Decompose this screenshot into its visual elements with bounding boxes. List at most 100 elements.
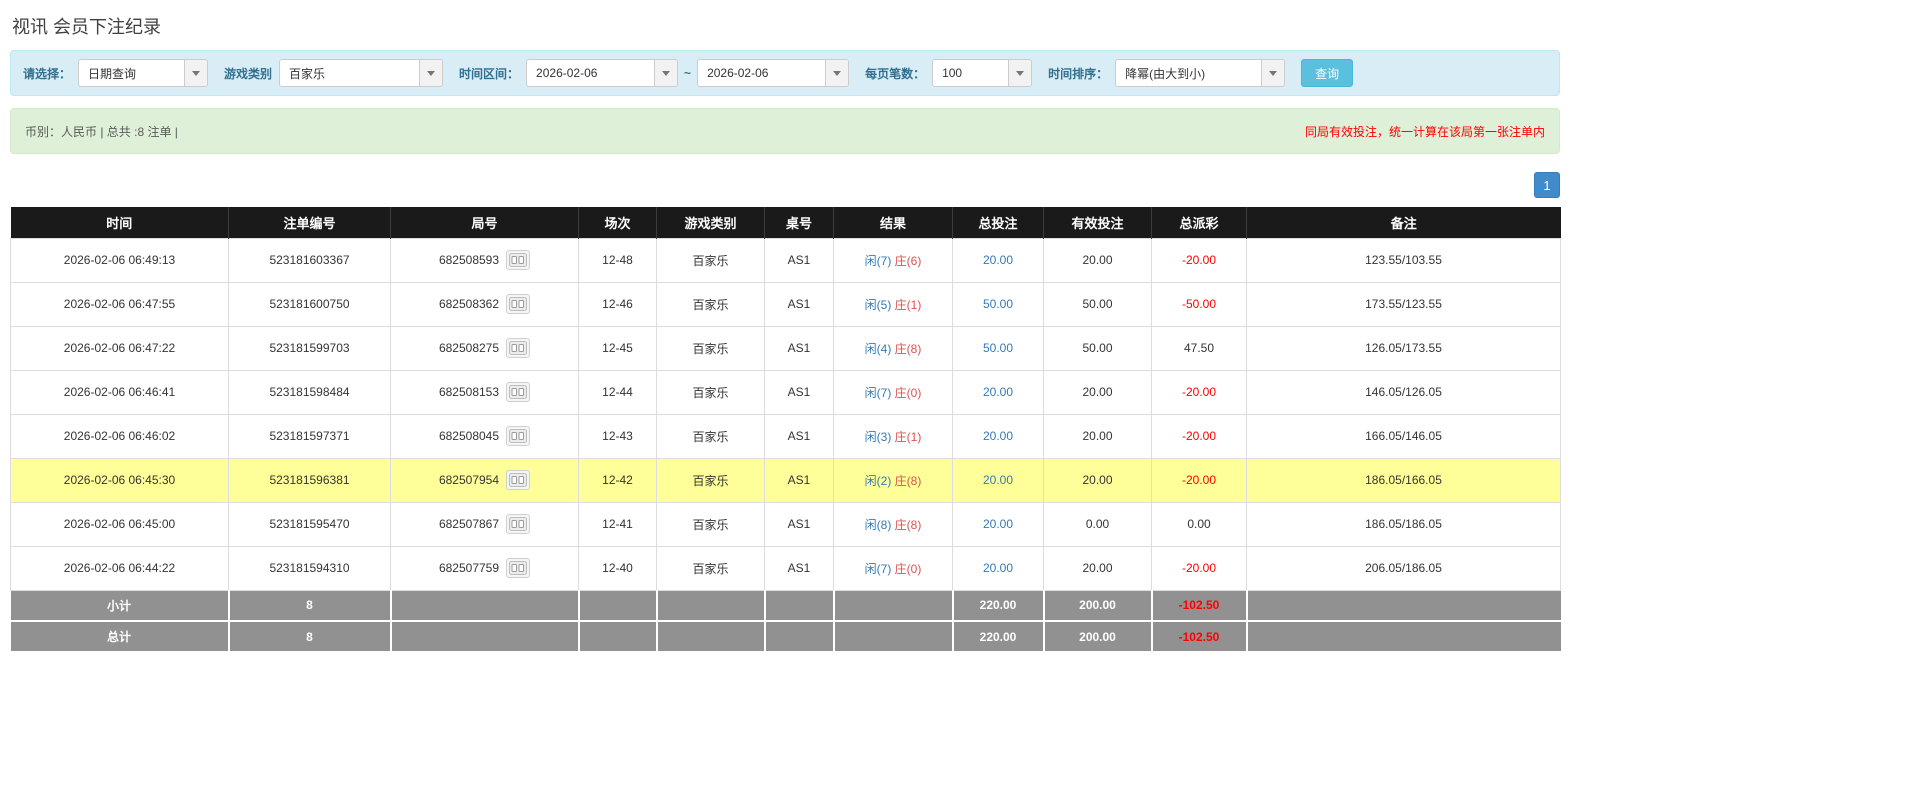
sort-group: 时间排序： 降幂(由大到小) bbox=[1048, 59, 1286, 87]
cell-time: 2026-02-06 06:47:55 bbox=[10, 281, 229, 327]
round-detail-cards-icon[interactable] bbox=[506, 250, 531, 270]
subtotal-total-bet: 220.00 bbox=[952, 590, 1045, 622]
summary-totals: 币别：人民币 | 总共 :8 注单 | bbox=[25, 124, 178, 139]
cell-valid-bet: 50.00 bbox=[1043, 325, 1152, 371]
date-from-value: 2026-02-06 bbox=[536, 66, 598, 80]
header-session: 场次 bbox=[578, 207, 657, 238]
result-banker: 庄(1) bbox=[894, 429, 922, 444]
cell-time: 2026-02-06 06:45:30 bbox=[10, 457, 229, 503]
cell-result: 闲(2) 庄(8) bbox=[833, 457, 953, 503]
chevron-down-icon[interactable] bbox=[1261, 60, 1285, 86]
cell-game-type: 百家乐 bbox=[656, 237, 765, 283]
caret-icon bbox=[833, 70, 842, 76]
game-type-label: 游戏类别 bbox=[224, 66, 273, 81]
total-bet-link[interactable]: 20.00 bbox=[983, 385, 1013, 399]
total-bet-link[interactable]: 20.00 bbox=[983, 517, 1013, 531]
query-type-select[interactable]: 日期查询 bbox=[78, 59, 209, 87]
result-player: 闲(5) bbox=[864, 297, 892, 312]
table-row[interactable]: 2026-02-06 06:47:55 523181600750 6825083… bbox=[10, 281, 1561, 327]
cell-session: 12-41 bbox=[578, 501, 657, 547]
cell-bet-id: 523181595470 bbox=[228, 501, 391, 547]
cell-note: 123.55/103.55 bbox=[1246, 237, 1561, 283]
cell-valid-bet: 20.00 bbox=[1043, 413, 1152, 459]
cell-payout: 47.50 bbox=[1151, 325, 1247, 371]
chevron-down-icon[interactable] bbox=[1008, 60, 1032, 86]
cell-round-id: 682507759 bbox=[390, 545, 579, 591]
round-id-text: 682508153 bbox=[438, 385, 500, 399]
chevron-down-icon[interactable] bbox=[184, 60, 208, 86]
table-row[interactable]: 2026-02-06 06:46:41 523181598484 6825081… bbox=[10, 369, 1561, 415]
time-range-group: 时间区间： 2026-02-06 ~ 2026-02-06 bbox=[459, 59, 850, 87]
cell-round-id: 682507954 bbox=[390, 457, 579, 503]
chevron-down-icon[interactable] bbox=[825, 60, 849, 86]
cell-time: 2026-02-06 06:47:22 bbox=[10, 325, 229, 371]
total-bet-link[interactable]: 20.00 bbox=[983, 429, 1013, 443]
cell-time: 2026-02-06 06:46:41 bbox=[10, 369, 229, 415]
round-detail-cards-icon[interactable] bbox=[506, 514, 531, 534]
cell-bet-id: 523181599703 bbox=[228, 325, 391, 371]
bet-records-table: 时间 注单编号 局号 场次 游戏类别 桌号 结果 总投注 有效投注 总派彩 备注… bbox=[10, 207, 1561, 653]
pagination: 1 bbox=[10, 172, 1560, 198]
result-player: 闲(2) bbox=[864, 473, 892, 488]
total-bet-link[interactable]: 20.00 bbox=[983, 473, 1013, 487]
total-bet-link[interactable]: 50.00 bbox=[983, 297, 1013, 311]
result-player: 闲(3) bbox=[864, 429, 892, 444]
total-count: 8 bbox=[228, 621, 392, 653]
cell-time: 2026-02-06 06:46:02 bbox=[10, 413, 229, 459]
chevron-down-icon[interactable] bbox=[654, 60, 678, 86]
table-body: 2026-02-06 06:49:13 523181603367 6825085… bbox=[10, 237, 1561, 591]
table-row[interactable]: 2026-02-06 06:45:30 523181596381 6825079… bbox=[10, 457, 1561, 503]
cell-valid-bet: 20.00 bbox=[1043, 545, 1152, 591]
cell-table-no: AS1 bbox=[764, 501, 834, 547]
round-detail-cards-icon[interactable] bbox=[506, 470, 531, 490]
total-bet-link[interactable]: 20.00 bbox=[983, 253, 1013, 267]
round-id-text: 682507954 bbox=[438, 473, 500, 487]
header-bet-id: 注单编号 bbox=[228, 207, 391, 238]
cards-icon bbox=[509, 297, 528, 311]
cell-valid-bet: 0.00 bbox=[1043, 501, 1152, 547]
table-row[interactable]: 2026-02-06 06:46:02 523181597371 6825080… bbox=[10, 413, 1561, 459]
cell-table-no: AS1 bbox=[764, 281, 834, 327]
cell-valid-bet: 50.00 bbox=[1043, 281, 1152, 327]
game-type-value: 百家乐 bbox=[289, 66, 326, 81]
cell-note: 166.05/146.05 bbox=[1246, 413, 1561, 459]
cell-bet-id: 523181596381 bbox=[228, 457, 391, 503]
date-from-select[interactable]: 2026-02-06 bbox=[526, 59, 679, 87]
cell-session: 12-48 bbox=[578, 237, 657, 283]
sort-select[interactable]: 降幂(由大到小) bbox=[1115, 59, 1286, 87]
cell-session: 12-40 bbox=[578, 545, 657, 591]
header-result: 结果 bbox=[833, 207, 953, 238]
round-detail-cards-icon[interactable] bbox=[506, 426, 531, 446]
round-detail-cards-icon[interactable] bbox=[506, 294, 531, 314]
cards-icon bbox=[509, 341, 528, 355]
table-row[interactable]: 2026-02-06 06:45:00 523181595470 6825078… bbox=[10, 501, 1561, 547]
cell-result: 闲(7) 庄(6) bbox=[833, 237, 953, 283]
chevron-down-icon[interactable] bbox=[419, 60, 443, 86]
game-type-select[interactable]: 百家乐 bbox=[279, 59, 444, 87]
round-detail-cards-icon[interactable] bbox=[506, 558, 531, 578]
table-row[interactable]: 2026-02-06 06:49:13 523181603367 6825085… bbox=[10, 237, 1561, 283]
round-detail-cards-icon[interactable] bbox=[506, 382, 531, 402]
result-banker: 庄(6) bbox=[894, 253, 922, 268]
header-note: 备注 bbox=[1246, 207, 1561, 238]
page-1-button[interactable]: 1 bbox=[1534, 172, 1560, 198]
table-row[interactable]: 2026-02-06 06:47:22 523181599703 6825082… bbox=[10, 325, 1561, 371]
date-to-select[interactable]: 2026-02-06 bbox=[697, 59, 850, 87]
result-player: 闲(7) bbox=[864, 561, 892, 576]
cell-time: 2026-02-06 06:45:00 bbox=[10, 501, 229, 547]
cards-icon bbox=[509, 517, 528, 531]
caret-icon bbox=[192, 70, 201, 76]
cell-note: 173.55/123.55 bbox=[1246, 281, 1561, 327]
table-row[interactable]: 2026-02-06 06:44:22 523181594310 6825077… bbox=[10, 545, 1561, 591]
per-page-select[interactable]: 100 bbox=[932, 59, 1033, 87]
total-bet-link[interactable]: 20.00 bbox=[983, 561, 1013, 575]
total-payout: -102.50 bbox=[1151, 621, 1248, 653]
cards-icon bbox=[509, 429, 528, 443]
result-banker: 庄(8) bbox=[894, 473, 922, 488]
sort-value: 降幂(由大到小) bbox=[1125, 66, 1206, 81]
header-valid-bet: 有效投注 bbox=[1043, 207, 1152, 238]
query-button[interactable]: 查询 bbox=[1301, 59, 1354, 87]
round-detail-cards-icon[interactable] bbox=[506, 338, 531, 358]
cell-result: 闲(8) 庄(8) bbox=[833, 501, 953, 547]
total-bet-link[interactable]: 50.00 bbox=[983, 341, 1013, 355]
